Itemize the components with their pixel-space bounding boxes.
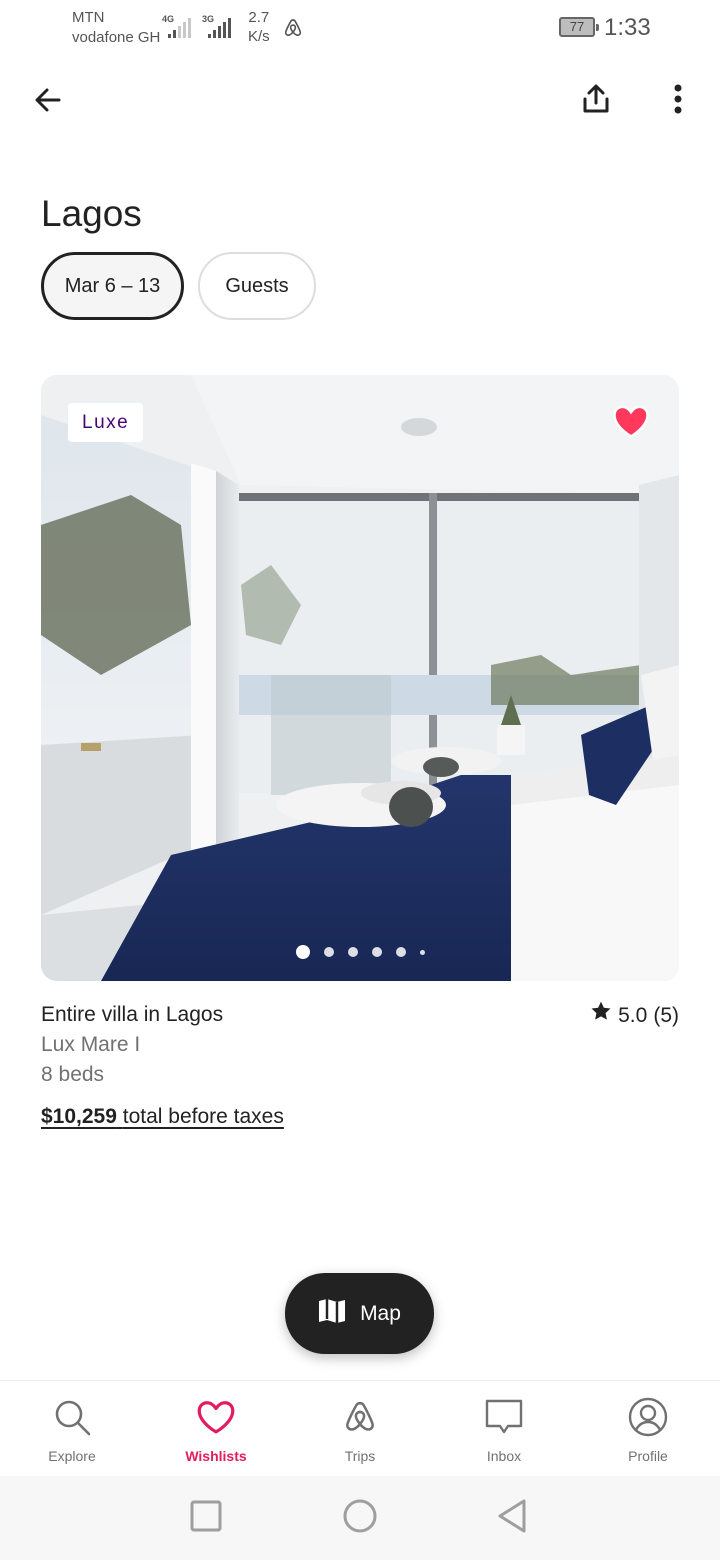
airbnb-logo-icon xyxy=(282,17,304,39)
page-title: Lagos xyxy=(41,193,142,234)
carrier-primary: MTN xyxy=(72,9,105,26)
listing-type[interactable]: Entire villa in Lagos xyxy=(41,1000,223,1030)
photo-pagination-dots xyxy=(41,945,679,959)
bottom-tab-bar: Explore Wishlists Trips Inbox Profile xyxy=(0,1380,720,1476)
listing-beds: 8 beds xyxy=(41,1063,105,1086)
dates-filter-chip[interactable]: Mar 6 – 13 xyxy=(41,252,184,320)
tab-wishlists[interactable]: Wishlists xyxy=(144,1381,288,1477)
pagination-dot xyxy=(323,947,334,957)
pagination-dot xyxy=(295,945,310,959)
tab-label: Inbox xyxy=(486,1448,522,1464)
favorite-button[interactable] xyxy=(609,403,653,443)
listing-rating: 5.0 (5) xyxy=(590,1000,679,1031)
message-icon xyxy=(482,1395,526,1439)
pagination-dot xyxy=(419,949,425,955)
airbnb-logo-icon xyxy=(338,1395,382,1439)
back-button[interactable] xyxy=(28,82,68,122)
status-bar: MTN vodafone GH 4G 3G 2.7 K/s 77 1:33 xyxy=(0,0,720,56)
heart-icon xyxy=(194,1395,238,1439)
tab-label: Trips xyxy=(344,1448,376,1464)
home-button[interactable] xyxy=(342,1498,378,1539)
arrow-left-icon xyxy=(32,84,64,121)
heart-filled-icon xyxy=(612,404,650,443)
more-options-button[interactable] xyxy=(660,80,696,122)
battery-indicator: 77 xyxy=(559,17,599,37)
guests-filter-chip[interactable]: Guests xyxy=(198,252,316,320)
tab-inbox[interactable]: Inbox xyxy=(432,1381,576,1477)
share-button[interactable] xyxy=(576,80,616,122)
network-speed: 2.7 K/s xyxy=(248,8,270,46)
tab-label: Wishlists xyxy=(185,1448,247,1464)
price-amount: $10,259 xyxy=(41,1105,117,1128)
luxe-badge: Luxe xyxy=(68,403,144,442)
carrier-names: MTN vodafone GH xyxy=(72,8,160,48)
search-icon xyxy=(50,1395,94,1439)
pagination-dot xyxy=(347,947,358,957)
tab-label: Explore xyxy=(48,1448,96,1464)
more-vertical-icon xyxy=(674,84,682,119)
circle-icon xyxy=(342,1498,378,1539)
map-button-label: Map xyxy=(360,1301,401,1325)
map-icon xyxy=(318,1298,346,1330)
recent-apps-button[interactable] xyxy=(188,1500,224,1536)
pagination-dot xyxy=(395,947,406,957)
tab-label: Profile xyxy=(628,1448,668,1464)
square-icon xyxy=(190,1500,222,1537)
system-back-button[interactable] xyxy=(494,1498,530,1539)
rating-value: 5.0 xyxy=(618,1003,648,1027)
speed-value: 2.7 xyxy=(248,9,270,26)
pagination-dot xyxy=(371,947,382,957)
listing-name: Lux Mare I xyxy=(41,1033,141,1056)
speed-unit: K/s xyxy=(248,28,270,45)
price-suffix: total before taxes xyxy=(122,1105,284,1128)
share-icon xyxy=(582,83,610,120)
system-navigation-bar xyxy=(0,1476,720,1560)
tab-explore[interactable]: Explore xyxy=(0,1381,144,1477)
review-count: (5) xyxy=(653,1003,679,1027)
map-button[interactable]: Map xyxy=(285,1273,434,1354)
user-circle-icon xyxy=(626,1395,670,1439)
tab-trips[interactable]: Trips xyxy=(288,1381,432,1477)
tab-profile[interactable]: Profile xyxy=(576,1381,720,1477)
listing-photo-image xyxy=(41,375,679,981)
status-time: 1:33 xyxy=(604,14,651,41)
listing-photo[interactable]: Luxe xyxy=(41,375,679,981)
star-icon xyxy=(590,1000,612,1031)
carrier-secondary: vodafone GH xyxy=(72,29,161,46)
listing-price[interactable]: $10,259 total before taxes xyxy=(41,1102,284,1132)
triangle-back-icon xyxy=(496,1498,528,1539)
